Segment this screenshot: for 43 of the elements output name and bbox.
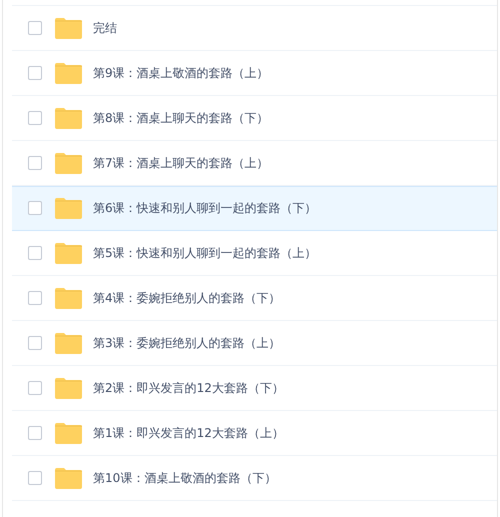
folder-icon	[55, 108, 82, 128]
folder-icon	[55, 18, 82, 38]
folder-row[interactable]: 第4课：委婉拒绝别人的套路（下）	[12, 276, 497, 321]
folder-name[interactable]: 第9课：酒桌上敬酒的套路（上）	[93, 64, 269, 82]
folder-row[interactable]: 第1课：即兴发言的12大套路（上）	[12, 411, 497, 456]
checkbox[interactable]	[28, 381, 42, 395]
folder-name[interactable]: 第2课：即兴发言的12大套路（下）	[93, 380, 284, 396]
checkbox[interactable]	[28, 291, 42, 305]
folder-row[interactable]: 第3课：委婉拒绝别人的套路（上）	[12, 321, 497, 366]
folder-name[interactable]: 第8课：酒桌上聊天的套路（下）	[93, 110, 269, 126]
checkbox[interactable]	[28, 21, 42, 35]
folder-icon	[55, 198, 82, 218]
checkbox[interactable]	[28, 471, 42, 485]
folder-row[interactable]: 第5课：快速和别人聊到一起的套路（上）	[12, 231, 497, 276]
checkbox[interactable]	[28, 201, 42, 215]
folder-row[interactable]: 第10课：酒桌上敬酒的套路（下）	[12, 456, 497, 501]
folder-name[interactable]: 完结	[93, 20, 117, 36]
folder-icon	[55, 62, 82, 84]
checkbox[interactable]	[28, 111, 42, 125]
folder-name[interactable]: 第3课：委婉拒绝别人的套路（上）	[93, 334, 281, 352]
folder-name[interactable]: 第4课：委婉拒绝别人的套路（下）	[93, 290, 281, 306]
folder-row[interactable]: 完结	[12, 6, 497, 51]
folder-row[interactable]: 第8课：酒桌上聊天的套路（下）	[12, 96, 497, 141]
folder-icon	[55, 288, 82, 308]
folder-icon	[55, 422, 82, 444]
checkbox[interactable]	[28, 156, 42, 170]
folder-icon	[55, 468, 82, 488]
folder-row[interactable]: 第2课：即兴发言的12大套路（下）	[12, 366, 497, 411]
checkbox[interactable]	[28, 336, 42, 350]
folder-icon	[55, 152, 82, 174]
folder-row[interactable]: 第6课：快速和别人聊到一起的套路（下）	[12, 186, 497, 231]
folder-name[interactable]: 第10课：酒桌上敬酒的套路（下）	[93, 470, 276, 486]
folder-name[interactable]: 第1课：即兴发言的12大套路（上）	[93, 424, 284, 442]
folder-name[interactable]: 第7课：酒桌上聊天的套路（上）	[93, 154, 269, 172]
checkbox[interactable]	[28, 66, 42, 80]
folder-name[interactable]: 第5课：快速和别人聊到一起的套路（上）	[93, 244, 317, 262]
checkbox[interactable]	[28, 426, 42, 440]
folder-icon	[55, 332, 82, 354]
folder-icon	[55, 378, 82, 398]
folder-name[interactable]: 第6课：快速和别人聊到一起的套路（下）	[93, 200, 317, 216]
folder-icon	[55, 242, 82, 264]
folder-row[interactable]: 第9课：酒桌上敬酒的套路（上）	[12, 51, 497, 96]
checkbox[interactable]	[28, 246, 42, 260]
